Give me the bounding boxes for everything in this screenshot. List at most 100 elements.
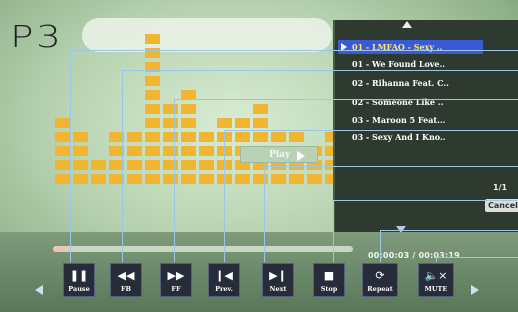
mute-icon: 🔈× — [424, 269, 448, 282]
playing-arrow-icon — [341, 43, 347, 51]
equalizer-bar — [217, 160, 232, 170]
equalizer-bar — [217, 118, 232, 128]
equalizer-bar — [55, 160, 70, 170]
fast-backward-icon: ◀◀ — [117, 269, 135, 282]
next-icon: ▶❙ — [269, 269, 287, 282]
equalizer-bar — [109, 146, 124, 156]
scroll-up-icon[interactable] — [402, 21, 412, 28]
play-button[interactable]: Play — [240, 146, 318, 163]
title-bar — [82, 18, 332, 52]
equalizer-bar — [289, 174, 304, 184]
equalizer-bar — [73, 146, 88, 156]
pause-icon: ❚❚ — [69, 269, 89, 282]
play-icon — [297, 151, 305, 161]
pause-button[interactable]: ❚❚ Pause — [63, 263, 95, 297]
equalizer-bar — [145, 76, 160, 86]
equalizer-bar — [181, 146, 196, 156]
playlist-item[interactable]: 02 - Someone Like .. — [338, 95, 483, 109]
next-button[interactable]: ▶❙ Next — [262, 263, 294, 297]
equalizer-bar — [55, 174, 70, 184]
ff-button[interactable]: ▶▶ FF — [160, 263, 192, 297]
equalizer-bar — [145, 174, 160, 184]
nav-left-icon[interactable] — [35, 285, 43, 295]
playlist-item[interactable]: 02 - Rihanna Feat. C.. — [338, 76, 483, 90]
equalizer-bar — [109, 132, 124, 142]
equalizer-bar — [145, 118, 160, 128]
equalizer-bar — [199, 174, 214, 184]
equalizer-bar — [217, 174, 232, 184]
equalizer-bar — [253, 174, 268, 184]
equalizer-bar — [253, 118, 268, 128]
equalizer-bar — [163, 118, 178, 128]
cancel-button[interactable]: Cancel — [485, 199, 518, 212]
equalizer-bar — [109, 160, 124, 170]
equalizer-bar — [145, 62, 160, 72]
equalizer-bar — [271, 174, 286, 184]
stop-button[interactable]: ■ Stop — [313, 263, 345, 297]
progress-bar[interactable] — [53, 246, 353, 252]
equalizer-bar — [127, 160, 142, 170]
equalizer-bar — [235, 118, 250, 128]
equalizer-bar — [181, 132, 196, 142]
playlist-item[interactable]: 03 - Sexy And I Kno.. — [338, 130, 483, 144]
equalizer-bar — [145, 160, 160, 170]
equalizer-bar — [163, 132, 178, 142]
equalizer-bar — [181, 118, 196, 128]
equalizer-bar — [253, 104, 268, 114]
fb-button[interactable]: ◀◀ FB — [110, 263, 142, 297]
nav-right-icon[interactable] — [471, 285, 479, 295]
repeat-button[interactable]: ⟳ Repeat — [362, 263, 398, 297]
equalizer-bar — [145, 132, 160, 142]
stop-icon: ■ — [323, 269, 335, 282]
equalizer-bar — [73, 160, 88, 170]
equalizer-bar — [127, 174, 142, 184]
equalizer-bar — [181, 160, 196, 170]
equalizer-bar — [181, 104, 196, 114]
previous-icon: ❙◀ — [215, 269, 233, 282]
playlist-item[interactable]: 03 - Maroon 5 Feat... — [338, 113, 483, 127]
playlist-item[interactable]: 01 - We Found Love.. — [338, 57, 483, 71]
equalizer-bar — [55, 146, 70, 156]
equalizer-bar — [235, 174, 250, 184]
equalizer-bar — [145, 90, 160, 100]
equalizer-bar — [109, 174, 124, 184]
equalizer-bar — [91, 160, 106, 170]
equalizer-bar — [73, 132, 88, 142]
equalizer-bar — [235, 132, 250, 142]
equalizer-bar — [199, 160, 214, 170]
equalizer-bar — [199, 146, 214, 156]
media-player-screen: P3 01 - LMFAO - Sexy .. 01 - We Found Lo… — [0, 0, 518, 312]
mute-button[interactable]: 🔈× MUTE — [418, 263, 454, 297]
equalizer-bar — [145, 34, 160, 44]
progress-fill — [53, 246, 71, 252]
equalizer-bar — [145, 48, 160, 58]
playlist-item[interactable]: 01 - LMFAO - Sexy .. — [338, 40, 483, 54]
equalizer-bar — [163, 160, 178, 170]
prev-button[interactable]: ❙◀ Prev. — [208, 263, 240, 297]
equalizer-bar — [145, 146, 160, 156]
equalizer-bar — [55, 132, 70, 142]
repeat-icon: ⟳ — [375, 269, 385, 282]
equalizer-bar — [199, 132, 214, 142]
equalizer-bar — [181, 174, 196, 184]
equalizer-bar — [307, 174, 322, 184]
equalizer-bar — [217, 132, 232, 142]
fast-forward-icon: ▶▶ — [167, 269, 185, 282]
equalizer-bar — [163, 174, 178, 184]
equalizer-bar — [181, 90, 196, 100]
equalizer-bar — [253, 132, 268, 142]
equalizer-bar — [145, 104, 160, 114]
equalizer-bar — [127, 146, 142, 156]
equalizer-bar — [127, 132, 142, 142]
equalizer-bar — [289, 132, 304, 142]
time-display: 00:00:03 / 00:03:19 — [368, 251, 460, 260]
equalizer-bar — [163, 104, 178, 114]
page-indicator: 1/1 — [493, 183, 508, 192]
callout-line — [70, 50, 71, 262]
equalizer-bar — [55, 118, 70, 128]
equalizer-bar — [271, 132, 286, 142]
equalizer-bar — [73, 174, 88, 184]
equalizer-bar — [217, 146, 232, 156]
app-logo: P3 — [10, 20, 64, 55]
equalizer-bar — [163, 146, 178, 156]
